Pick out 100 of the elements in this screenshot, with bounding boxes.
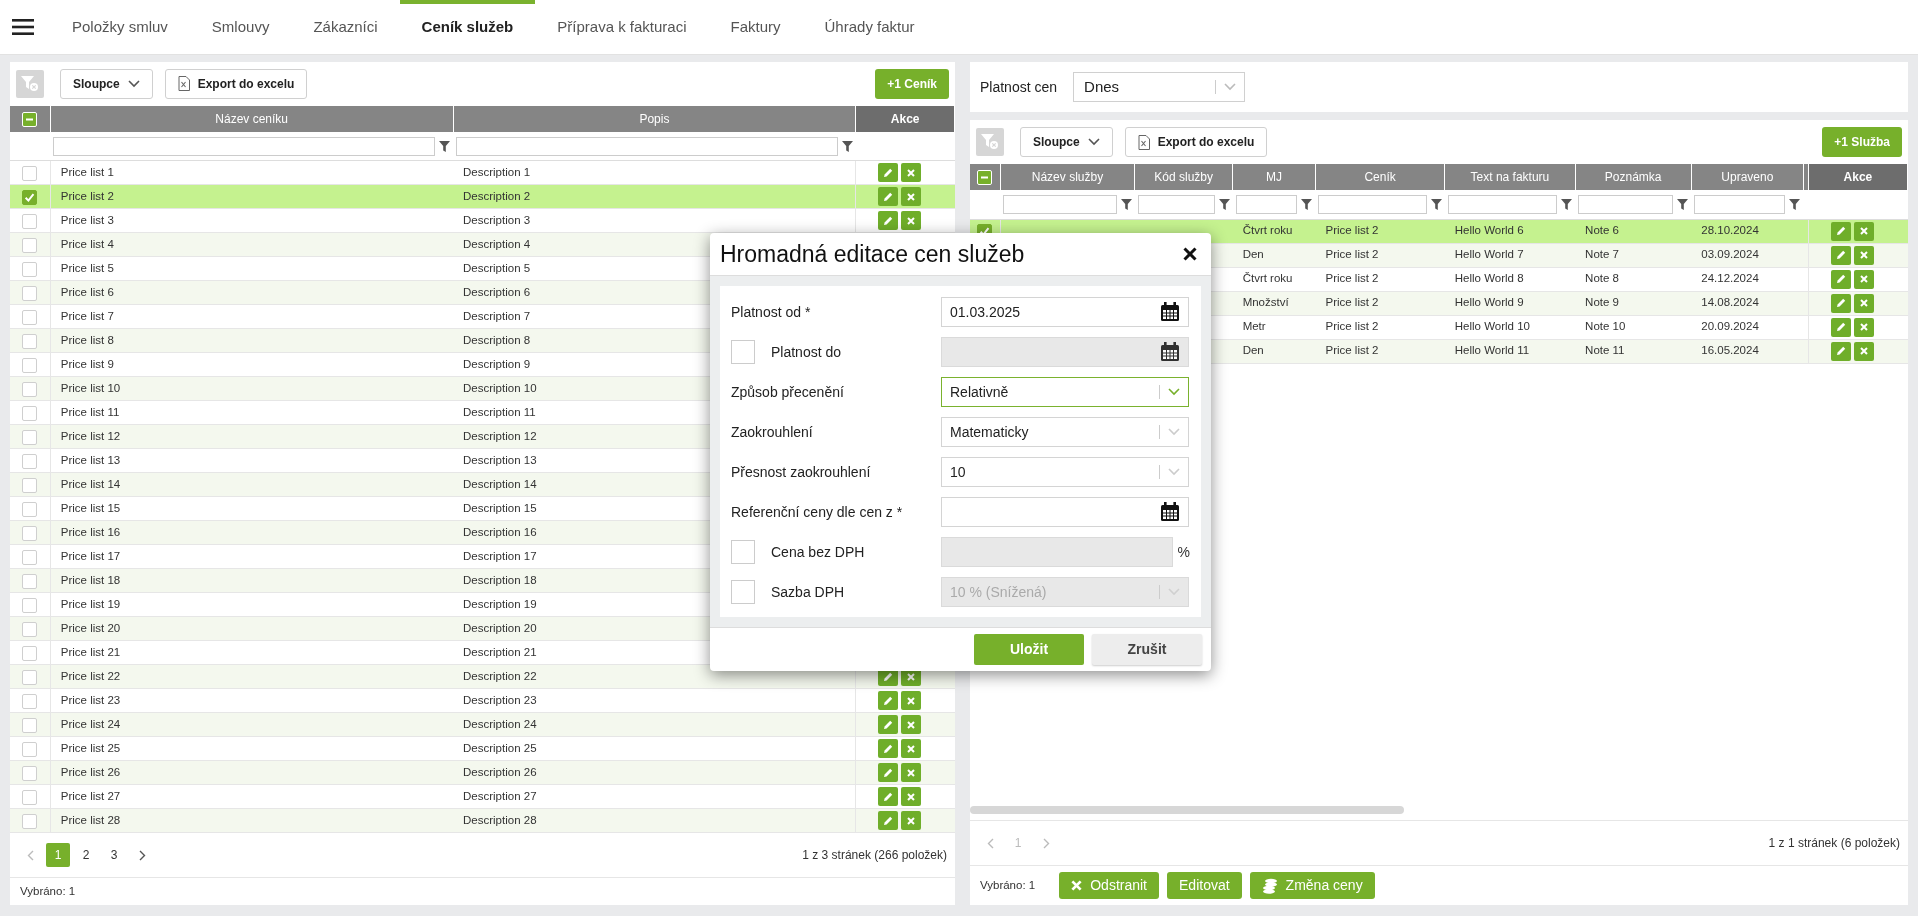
dropdown[interactable]: Dnes	[1073, 72, 1246, 102]
columns-dropdown[interactable]: Sloupce	[1020, 127, 1113, 157]
cancel-button[interactable]: Zrušit	[1092, 634, 1202, 665]
columns-dropdown[interactable]: Sloupce	[60, 68, 153, 99]
menu-button[interactable]	[12, 19, 34, 35]
row-checkbox[interactable]	[22, 429, 38, 445]
column-header[interactable]: Ceník	[1315, 164, 1445, 190]
table-row[interactable]: Price list 28 Description 28	[10, 808, 955, 833]
filter-field[interactable]	[456, 136, 838, 156]
table-row[interactable]: Price list 1 Description 1	[10, 160, 955, 185]
delete-button[interactable]	[901, 715, 922, 735]
row-checkbox[interactable]	[22, 237, 38, 253]
edit-button[interactable]	[878, 211, 899, 231]
column-header[interactable]: Kód služby	[1134, 164, 1233, 190]
nav-tab[interactable]: Zákazníci	[291, 0, 400, 55]
row-checkbox[interactable]	[22, 789, 38, 805]
edit-button[interactable]	[878, 163, 899, 183]
table-row[interactable]: Price list 25 Description 25	[10, 736, 955, 761]
row-checkbox[interactable]	[22, 597, 38, 613]
edit-button[interactable]	[878, 187, 899, 207]
row-checkbox[interactable]	[22, 549, 38, 565]
delete-button[interactable]	[901, 811, 922, 831]
row-checkbox[interactable]	[22, 813, 38, 829]
column-header[interactable]: Poznámka	[1575, 164, 1692, 190]
row-checkbox[interactable]	[22, 405, 38, 421]
row-checkbox[interactable]	[22, 765, 38, 781]
delete-button[interactable]	[901, 763, 922, 783]
edit-button[interactable]	[1830, 293, 1851, 313]
row-checkbox[interactable]	[22, 381, 38, 397]
nav-tab[interactable]: Faktury	[708, 0, 803, 55]
select-all-checkbox[interactable]	[22, 112, 38, 128]
date-field[interactable]	[941, 497, 1189, 527]
delete-button[interactable]	[901, 211, 922, 231]
delete-button[interactable]	[1853, 245, 1874, 265]
column-header[interactable]: Upraveno	[1691, 164, 1804, 190]
edit-button[interactable]	[878, 811, 899, 831]
nav-tab[interactable]: Příprava k fakturaci	[535, 0, 709, 55]
filter-field[interactable]	[1137, 194, 1215, 214]
row-checkbox[interactable]	[22, 285, 38, 301]
row-checkbox[interactable]	[22, 621, 38, 637]
edit-button[interactable]	[878, 691, 899, 711]
delete-button[interactable]	[1853, 269, 1874, 289]
edit-button[interactable]	[1830, 221, 1851, 241]
row-checkbox[interactable]	[22, 525, 38, 541]
row-checkbox[interactable]	[22, 333, 38, 349]
column-header[interactable]: Název služby	[1000, 164, 1135, 190]
row-checkbox[interactable]	[22, 741, 38, 757]
horizontal-scrollbar[interactable]	[970, 806, 1404, 814]
delete-button[interactable]	[1853, 221, 1874, 241]
edit-button[interactable]	[1830, 269, 1851, 289]
edit-button[interactable]	[1830, 341, 1851, 361]
delete-button[interactable]	[901, 691, 922, 711]
table-row[interactable]: Price list 26 Description 26	[10, 760, 955, 785]
delete-button[interactable]	[901, 739, 922, 759]
delete-button[interactable]	[1853, 317, 1874, 337]
filter-field[interactable]	[1235, 194, 1298, 214]
column-header[interactable]: MJ	[1232, 164, 1316, 190]
delete-button[interactable]	[901, 187, 922, 207]
table-row[interactable]: Price list 3 Description 3	[10, 208, 955, 233]
delete-button[interactable]	[901, 787, 922, 807]
filter-field[interactable]	[1003, 194, 1117, 214]
table-row[interactable]: Price list 23 Description 23	[10, 688, 955, 713]
column-header[interactable]: Popis	[453, 105, 856, 132]
filter-field[interactable]	[1318, 194, 1427, 214]
page-button[interactable]: 3	[102, 843, 126, 868]
row-checkbox[interactable]	[22, 717, 38, 733]
table-row[interactable]: Price list 24 Description 24	[10, 712, 955, 737]
edit-button[interactable]	[1830, 317, 1851, 337]
row-checkbox[interactable]	[22, 693, 38, 709]
filter-clear-button[interactable]	[16, 69, 44, 98]
row-checkbox[interactable]	[22, 357, 38, 373]
row-checkbox[interactable]	[22, 669, 38, 685]
row-checkbox[interactable]	[22, 213, 38, 229]
table-row[interactable]: Price list 2 Description 2	[10, 184, 955, 209]
delete-button[interactable]	[1853, 341, 1874, 361]
row-checkbox[interactable]	[22, 573, 38, 589]
row-checkbox[interactable]	[22, 309, 38, 325]
page-button[interactable]: 2	[74, 843, 98, 868]
nav-tab[interactable]: Ceník služeb	[399, 0, 536, 55]
table-row[interactable]: Price list 22 Description 22	[10, 664, 955, 689]
filter-field[interactable]	[1694, 194, 1786, 214]
table-row[interactable]: Price list 27 Description 27	[10, 784, 955, 809]
date-field[interactable]: 01.03.2025	[941, 297, 1189, 327]
delete-button[interactable]	[901, 163, 922, 183]
delete-button[interactable]	[1853, 293, 1874, 313]
dropdown[interactable]: 10	[941, 457, 1189, 487]
row-checkbox[interactable]	[22, 261, 38, 277]
nav-tab[interactable]: Smlouvy	[189, 0, 292, 55]
column-header[interactable]: Akce	[855, 105, 955, 132]
edit-button[interactable]	[878, 739, 899, 759]
edit-button[interactable]	[1830, 245, 1851, 265]
column-header[interactable]: Text na fakturu	[1444, 164, 1576, 190]
close-button[interactable]	[1183, 247, 1197, 261]
filter-field[interactable]	[1447, 194, 1558, 214]
dropdown[interactable]: Relativně	[941, 377, 1189, 407]
row-checkbox[interactable]	[22, 501, 38, 517]
row-checkbox[interactable]	[22, 645, 38, 661]
row-checkbox[interactable]	[22, 453, 38, 469]
export-button[interactable]: Export do excelu	[164, 68, 308, 99]
row-checkbox[interactable]	[22, 165, 38, 181]
